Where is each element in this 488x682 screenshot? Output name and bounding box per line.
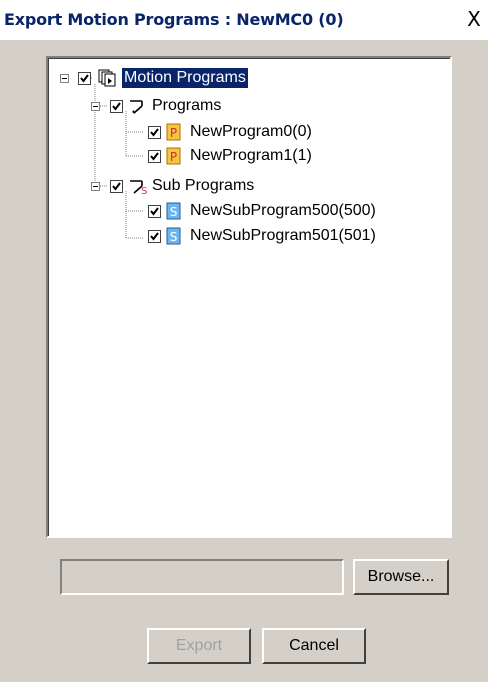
tree-label-program: NewProgram0(0) xyxy=(190,123,312,140)
svg-text:P: P xyxy=(170,150,177,164)
motion-programs-icon xyxy=(98,69,116,87)
checkbox-programs[interactable] xyxy=(110,100,123,113)
tree-node-motion-programs[interactable]: Motion Programs xyxy=(48,68,448,88)
file-path-field[interactable] xyxy=(60,559,344,595)
program-p-icon: P xyxy=(166,147,181,165)
collapse-icon[interactable] xyxy=(91,102,100,111)
checkbox-subprogram[interactable] xyxy=(148,205,161,218)
tree-node-program[interactable]: P NewProgram0(0) xyxy=(48,122,448,142)
checkbox-program[interactable] xyxy=(148,150,161,163)
tree-node-subprogram[interactable]: S NewSubProgram500(500) xyxy=(48,201,448,221)
tree-node-program[interactable]: P NewProgram1(1) xyxy=(48,146,448,166)
sub-programs-icon: S xyxy=(130,180,147,195)
tree-label-subprogram: NewSubProgram501(501) xyxy=(190,227,376,244)
svg-text:S: S xyxy=(170,205,178,219)
title-bar: Export Motion Programs : NewMC0 (0) X xyxy=(0,0,488,40)
collapse-icon[interactable] xyxy=(91,182,100,191)
program-p-icon: P xyxy=(166,123,181,141)
svg-text:S: S xyxy=(170,230,178,244)
program-tree[interactable]: Motion Programs Programs P NewProgram0(0… xyxy=(46,56,452,538)
browse-button[interactable]: Browse... xyxy=(353,559,449,595)
tree-label-program: NewProgram1(1) xyxy=(190,147,312,164)
checkbox-program[interactable] xyxy=(148,126,161,139)
svg-text:S: S xyxy=(141,186,147,195)
cancel-button[interactable]: Cancel xyxy=(262,628,366,664)
subprogram-s-icon: S xyxy=(166,227,181,245)
tree-node-subprogram[interactable]: S NewSubProgram501(501) xyxy=(48,226,448,246)
tree-node-sub-programs[interactable]: S Sub Programs xyxy=(48,176,448,196)
tree-label-sub-programs: Sub Programs xyxy=(152,177,255,194)
close-button[interactable]: X xyxy=(464,8,484,30)
window-title: Export Motion Programs : NewMC0 (0) xyxy=(4,10,344,29)
export-button[interactable]: Export xyxy=(147,628,251,664)
tree-label-programs: Programs xyxy=(152,97,222,114)
svg-text:P: P xyxy=(170,126,177,140)
checkbox-motion-programs[interactable] xyxy=(78,72,91,85)
programs-icon xyxy=(130,100,143,114)
tree-label-motion-programs: Motion Programs xyxy=(122,68,248,88)
tree-label-subprogram: NewSubProgram500(500) xyxy=(190,202,376,219)
tree-node-programs[interactable]: Programs xyxy=(48,96,448,116)
checkbox-subprogram[interactable] xyxy=(148,230,161,243)
collapse-icon[interactable] xyxy=(60,74,69,83)
checkbox-sub-programs[interactable] xyxy=(110,180,123,193)
subprogram-s-icon: S xyxy=(166,202,181,220)
